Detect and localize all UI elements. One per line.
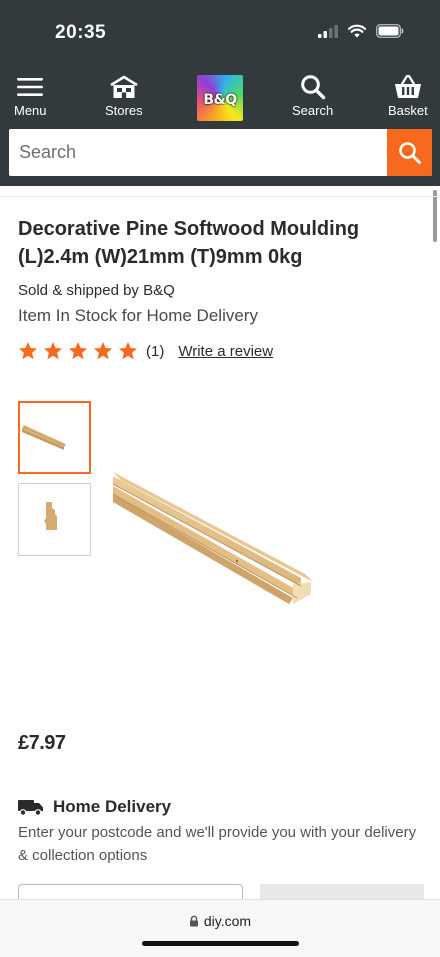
home-delivery-heading: Home Delivery (18, 797, 171, 817)
home-indicator[interactable] (142, 941, 299, 946)
product-title: Decorative Pine Softwood Moulding (L)2.4… (18, 218, 360, 268)
search-submit-button[interactable] (387, 129, 432, 176)
stores-label: Stores (105, 103, 143, 118)
browser-address-bar: diy.com (0, 899, 440, 957)
delivery-title: Home Delivery (53, 797, 172, 816)
product-main-image[interactable] (105, 462, 320, 612)
write-review-link[interactable]: Write a review (178, 343, 273, 360)
thumbnail-product[interactable] (18, 401, 91, 474)
battery-icon (376, 24, 404, 38)
review-count[interactable]: (1) (146, 343, 164, 360)
menu-button[interactable]: Menu (14, 74, 47, 118)
search-bar (9, 129, 432, 176)
product-price: £7.97 (18, 732, 66, 754)
search-icon (398, 141, 421, 164)
lock-icon (189, 915, 198, 927)
star-icon (94, 342, 112, 360)
thumbnail-profile[interactable] (18, 483, 91, 556)
stock-status: Item In Stock for Home Delivery (18, 306, 258, 325)
basket-icon (394, 74, 422, 100)
logo-text: B&Q (203, 92, 237, 108)
moulding-thumbnail-image (22, 425, 66, 450)
status-bar: 20:35 (0, 0, 440, 66)
star-icon (119, 342, 137, 360)
signal-icon (318, 24, 338, 38)
bq-logo[interactable]: B&Q (197, 75, 243, 121)
star-icon (19, 342, 37, 360)
search-nav-button[interactable]: Search (292, 74, 333, 118)
url-text: diy.com (203, 913, 252, 929)
delivery-description: Enter your postcode and we'll provide yo… (18, 824, 417, 864)
rating-stars (18, 341, 138, 361)
sold-by-text: Sold & shipped by B&Q (18, 282, 175, 299)
wifi-icon (348, 24, 366, 38)
star-icon (69, 342, 87, 360)
basket-label: Basket (388, 103, 428, 118)
header: 20:35 Menu Stores Search Basket B&Q Sear… (0, 0, 440, 186)
url-display[interactable]: diy.com (0, 913, 440, 929)
rating-row: (1) Write a review (18, 341, 273, 361)
search-input[interactable] (9, 129, 387, 176)
star-icon (44, 342, 62, 360)
profile-thumbnail-image (44, 502, 57, 530)
search-icon (300, 74, 326, 100)
scrollbar[interactable] (433, 190, 437, 242)
menu-label: Menu (14, 103, 47, 118)
search-nav-label: Search (292, 103, 334, 118)
status-time: 20:35 (55, 22, 107, 43)
status-icons (318, 24, 404, 38)
delivery-truck-icon (18, 800, 43, 816)
basket-button[interactable]: Basket (388, 74, 428, 118)
store-icon (109, 74, 139, 100)
hamburger-icon (17, 74, 44, 100)
divider (0, 196, 440, 197)
stores-button[interactable]: Stores (105, 74, 143, 118)
